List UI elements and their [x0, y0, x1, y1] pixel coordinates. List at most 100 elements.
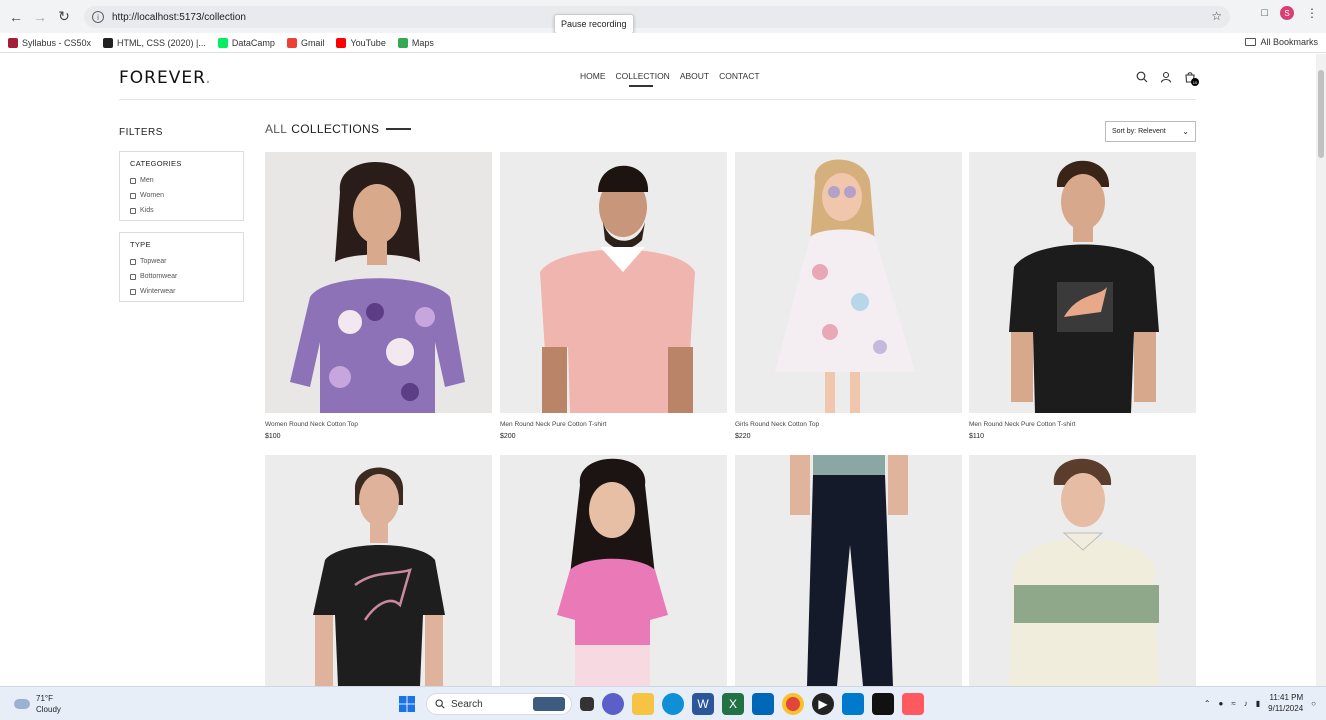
checkbox[interactable] — [130, 288, 136, 295]
filter-option-bottomwear[interactable]: Bottomwear — [130, 269, 233, 284]
forward-icon[interactable]: → — [28, 5, 52, 29]
bookmark-item[interactable]: Gmail — [286, 37, 324, 48]
product-name[interactable]: Girls Round Neck Cotton Top — [735, 421, 962, 428]
bookmark-item[interactable]: YouTube — [336, 37, 386, 48]
checkbox[interactable] — [130, 258, 136, 265]
chrome-icon[interactable] — [782, 693, 804, 715]
product-card[interactable]: Women Round Neck Cotton Top $100 — [265, 152, 492, 440]
file-explorer-icon[interactable] — [632, 693, 654, 715]
word-icon[interactable]: W — [692, 693, 714, 715]
gmail-icon — [286, 37, 297, 48]
product-card[interactable] — [969, 455, 1196, 686]
clock[interactable]: 11:41 PM 9/11/2024 — [1268, 692, 1303, 714]
product-name[interactable]: Women Round Neck Cotton Top — [265, 421, 492, 428]
chat-icon[interactable] — [602, 693, 624, 715]
temperature: 71°F — [36, 694, 53, 703]
checkbox[interactable] — [130, 207, 136, 214]
cart-icon[interactable]: 10 — [1184, 71, 1199, 86]
nav-collection[interactable]: COLLECTION — [616, 71, 670, 87]
volume-icon[interactable]: ♪ — [1244, 699, 1248, 708]
edge-icon[interactable] — [662, 693, 684, 715]
maps-icon — [397, 37, 408, 48]
taskbar-search[interactable]: Search — [426, 693, 572, 715]
scroll-thumb[interactable] — [1318, 70, 1324, 158]
chevron-up-icon[interactable]: ⌃ — [1204, 699, 1211, 708]
checkbox[interactable] — [130, 177, 136, 184]
extensions-icon[interactable]: □ — [1261, 7, 1268, 19]
product-image[interactable] — [500, 455, 727, 686]
user-icon[interactable] — [1160, 71, 1172, 83]
back-icon[interactable]: ← — [4, 5, 28, 29]
product-card[interactable]: Men Round Neck Pure Cotton T-shirt $200 — [500, 152, 727, 440]
nav-about[interactable]: ABOUT — [680, 71, 709, 81]
bookmark-item[interactable]: DataCamp — [217, 37, 275, 48]
snipping-tool-icon[interactable] — [902, 693, 924, 715]
weather-widget[interactable]: 71°F Cloudy — [14, 693, 61, 715]
tooltip: Pause recording — [554, 14, 634, 34]
product-card[interactable]: Men Round Neck Pure Cotton T-shirt $110 — [969, 152, 1196, 440]
product-card[interactable] — [500, 455, 727, 686]
task-view-icon[interactable] — [580, 697, 594, 711]
notification-icon[interactable]: ○ — [1311, 699, 1316, 708]
product-image[interactable] — [735, 152, 962, 413]
terminal-icon[interactable] — [872, 693, 894, 715]
weather-condition: Cloudy — [36, 705, 61, 714]
filter-option-women[interactable]: Women — [130, 188, 233, 203]
bookmark-star-icon[interactable]: ☆ — [1211, 9, 1222, 23]
search-icon[interactable] — [1136, 71, 1148, 83]
nav-contact[interactable]: CONTACT — [719, 71, 759, 81]
bookmarks-bar: Syllabus - CS50x HTML, CSS (2020) |... D… — [0, 33, 1326, 53]
checkbox[interactable] — [130, 273, 136, 280]
product-card[interactable] — [265, 455, 492, 686]
filter-option-men[interactable]: Men — [130, 173, 233, 188]
filter-option-winterwear[interactable]: Winterwear — [130, 284, 233, 299]
folder-icon — [1245, 38, 1257, 46]
product-price: $110 — [969, 433, 985, 440]
cloud-icon — [14, 699, 30, 709]
bookmark-favicon-icon — [8, 37, 18, 48]
filters-title[interactable]: FILTERS — [119, 127, 163, 138]
filter-option-topwear[interactable]: Topwear — [130, 254, 233, 269]
product-card[interactable] — [735, 455, 962, 686]
page-scrollbar[interactable] — [1316, 54, 1326, 686]
bookmark-item[interactable]: Maps — [397, 37, 434, 48]
url-text: http://localhost:5173/collection — [112, 11, 246, 23]
web-page: FOREVER. HOME COLLECTION ABOUT CONTACT 1… — [0, 54, 1316, 686]
vscode-icon[interactable] — [842, 693, 864, 715]
menu-icon[interactable]: ⋮ — [1306, 6, 1318, 20]
bookmark-item[interactable]: HTML, CSS (2020) |... — [103, 37, 206, 48]
product-image[interactable] — [969, 455, 1196, 686]
taskbar-apps: Search W X ▶ — [396, 693, 924, 715]
store-icon[interactable] — [752, 693, 774, 715]
checkbox[interactable] — [130, 192, 136, 199]
sort-select[interactable]: Sort by: Relevent ⌄ — [1105, 121, 1196, 142]
product-image[interactable] — [969, 152, 1196, 413]
product-image[interactable] — [265, 152, 492, 413]
media-player-icon[interactable]: ▶ — [812, 693, 834, 715]
bookmark-item[interactable]: Syllabus - CS50x — [8, 37, 91, 48]
collection-title: ALL COLLECTIONS — [265, 122, 412, 136]
product-name[interactable]: Men Round Neck Pure Cotton T-shirt — [969, 421, 1196, 428]
site-logo[interactable]: FOREVER. — [119, 68, 212, 88]
product-name[interactable]: Men Round Neck Pure Cotton T-shirt — [500, 421, 727, 428]
excel-icon[interactable]: X — [722, 693, 744, 715]
site-info-icon[interactable]: i — [92, 11, 104, 23]
product-image[interactable] — [500, 152, 727, 413]
product-price: $200 — [500, 433, 516, 440]
product-image[interactable] — [735, 455, 962, 686]
nav-home[interactable]: HOME — [580, 71, 606, 81]
cart-count-badge: 10 — [1191, 78, 1199, 86]
bookmark-favicon-icon — [217, 37, 228, 48]
address-bar[interactable]: i http://localhost:5173/collection ☆ — [84, 6, 1230, 28]
filter-option-kids[interactable]: Kids — [130, 203, 233, 218]
filter-heading: CATEGORIES — [130, 159, 182, 168]
wifi-icon[interactable]: ≈ — [1231, 699, 1235, 708]
product-card[interactable]: Girls Round Neck Cotton Top $220 — [735, 152, 962, 440]
profile-avatar[interactable]: S — [1280, 6, 1294, 20]
microphone-icon[interactable]: ● — [1219, 699, 1224, 708]
reload-icon[interactable]: ↻ — [52, 5, 76, 29]
windows-start-icon[interactable] — [396, 693, 418, 715]
battery-icon[interactable]: ▮ — [1256, 699, 1260, 708]
all-bookmarks[interactable]: All Bookmarks — [1245, 37, 1318, 47]
product-image[interactable] — [265, 455, 492, 686]
